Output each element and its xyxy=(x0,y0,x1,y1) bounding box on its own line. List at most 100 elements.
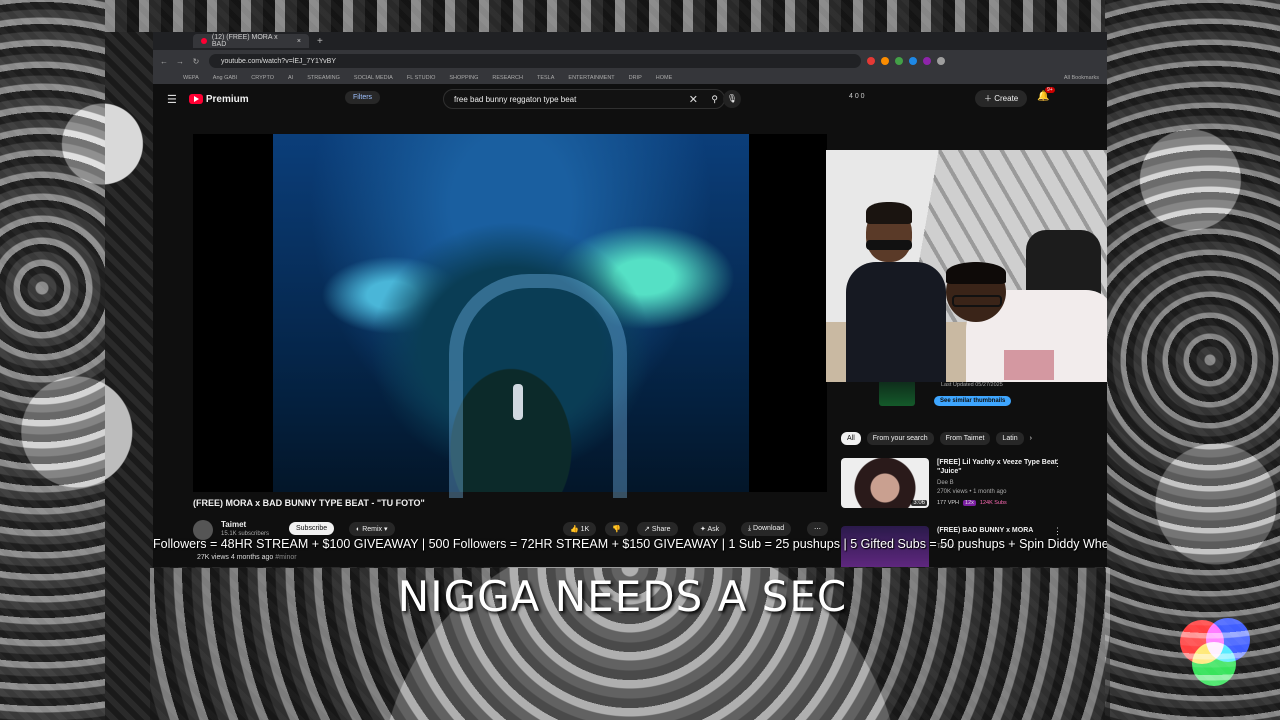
bookmark-item[interactable]: TESLA xyxy=(537,75,554,81)
video-frame[interactable] xyxy=(273,134,749,498)
rgb-circles-logo-icon xyxy=(1176,612,1256,692)
search-input[interactable]: free bad bunny reggaton type beat ✕ ⚲ xyxy=(443,89,725,109)
create-button[interactable]: ＋ Create xyxy=(975,90,1028,107)
chip-from-search[interactable]: From your search xyxy=(866,432,934,445)
upload-age: 4 months ago xyxy=(230,554,274,561)
sunglasses-icon xyxy=(866,240,912,250)
hashtag[interactable]: #minor xyxy=(275,554,296,561)
ask-button[interactable]: ✦ Ask xyxy=(693,522,727,536)
back-icon[interactable]: ← xyxy=(159,57,169,66)
top-ornament xyxy=(105,0,1105,32)
youtube-logo[interactable]: Premium xyxy=(188,93,249,105)
bookmark-item[interactable]: SHOPPING xyxy=(449,75,478,81)
forward-icon[interactable]: → xyxy=(175,57,185,66)
rec-channel[interactable]: Dee B xyxy=(937,480,954,486)
thumbnail-preview xyxy=(879,380,915,406)
download-label: Download xyxy=(753,525,785,532)
bookmark-item[interactable]: RESEARCH xyxy=(492,75,523,81)
extension-icon[interactable] xyxy=(881,57,889,65)
aquarium-tunnel xyxy=(449,274,627,498)
more-actions-icon[interactable]: ⋯ xyxy=(807,522,828,536)
chevron-right-icon[interactable]: › xyxy=(1030,432,1032,445)
stream-goals-ticker: Followers = 48HR STREAM + $100 GIVEAWAY … xyxy=(153,537,1107,551)
close-icon[interactable]: × xyxy=(297,38,301,45)
glasses-icon xyxy=(952,295,1002,307)
share-button[interactable]: ↗ Share xyxy=(637,522,678,536)
rec-title[interactable]: [FREE] Lil Yachty x Veeze Type Beat "Jui… xyxy=(937,458,1057,476)
new-tab-icon[interactable]: + xyxy=(317,36,323,47)
all-bookmarks[interactable]: All Bookmarks xyxy=(1064,75,1099,81)
last-updated: Last Updated 05/27/2025 xyxy=(941,382,1003,388)
browser-tab[interactable]: (12) (FREE) MORA x BAD × xyxy=(193,34,309,48)
view-count: 27K views xyxy=(197,554,229,561)
bookmark-item[interactable]: AI xyxy=(288,75,293,81)
chip-from-channel[interactable]: From Taimet xyxy=(939,432,991,445)
bookmark-item[interactable]: DRIP xyxy=(629,75,642,81)
bookmark-item[interactable]: CRYPTO xyxy=(251,75,274,81)
chip-latin[interactable]: Latin xyxy=(996,432,1024,445)
bookmark-item[interactable]: Ang GABI xyxy=(213,75,237,81)
video-player[interactable] xyxy=(193,134,827,498)
person-silhouette xyxy=(513,384,523,420)
extension-icon[interactable] xyxy=(937,57,945,65)
like-count: 1K xyxy=(580,526,590,533)
shirt-print xyxy=(1004,350,1054,380)
streamer-1-body xyxy=(846,262,946,382)
tab-bar: (12) (FREE) MORA x BAD × + xyxy=(153,32,1107,50)
like-button[interactable]: 👍 1K xyxy=(563,522,597,536)
tab-title: (12) (FREE) MORA x BAD xyxy=(211,34,278,48)
subscribe-button[interactable]: Subscribe xyxy=(289,522,335,535)
extension-icon[interactable] xyxy=(909,57,917,65)
bookmark-item[interactable]: SOCIAL MEDIA xyxy=(354,75,393,81)
list-item[interactable]: 3:06 [FREE] Lil Yachty x Veeze Type Beat… xyxy=(841,458,1107,514)
channel-name[interactable]: Taimet xyxy=(221,520,246,529)
notification-badge: 9+ xyxy=(1045,87,1055,93)
video-description-meta[interactable]: 27K views 4 months ago #minor xyxy=(197,554,297,561)
duration: 3:06 xyxy=(911,500,927,506)
bookmark-item[interactable]: WEPA xyxy=(183,75,199,81)
dislike-button[interactable]: 👎 xyxy=(605,522,628,536)
url-field[interactable]: youtube.com/watch?v=lEJ_7Y1YvBY xyxy=(209,54,861,68)
youtube-favicon-icon xyxy=(201,38,207,44)
hamburger-menu-icon[interactable]: ☰ xyxy=(167,93,177,106)
share-label: Share xyxy=(651,526,671,533)
youtube-play-icon xyxy=(188,94,203,104)
bookmark-item[interactable]: ENTERTAINMENT xyxy=(568,75,614,81)
bookmark-item[interactable]: HOME xyxy=(656,75,673,81)
create-label: Create xyxy=(994,94,1019,103)
rec-thumbnail[interactable]: 3:06 xyxy=(841,458,929,508)
vph: 177 VPH xyxy=(937,500,960,506)
logo-text: Premium xyxy=(205,93,249,105)
header-stats: 4 0 0 xyxy=(849,93,865,100)
ask-label: Ask xyxy=(707,526,720,533)
kebab-menu-icon[interactable]: ⋮ xyxy=(1053,458,1062,469)
rec-stats: 177 VPH 12x 124K Subs xyxy=(937,500,1007,506)
address-bar-row: ← → ↻ youtube.com/watch?v=lEJ_7Y1YvBY xyxy=(153,50,1107,72)
download-button[interactable]: ⤓ Download xyxy=(741,522,792,536)
subs: 124K Subs xyxy=(979,500,1007,506)
multiplier: 12x xyxy=(963,500,976,506)
filters-button[interactable]: Filters xyxy=(345,91,381,104)
bookmark-item[interactable]: STREAMING xyxy=(307,75,340,81)
video-title: (FREE) MORA x BAD BUNNY TYPE BEAT - "TU … xyxy=(193,498,425,508)
extension-icon[interactable] xyxy=(895,57,903,65)
mic-icon[interactable]: 🎙 xyxy=(723,90,741,108)
search-text: free bad bunny reggaton type beat xyxy=(454,94,577,104)
extension-icon[interactable] xyxy=(867,57,875,65)
filter-chips: All From your search From Taimet Latin › xyxy=(841,432,1032,445)
streamer-2-hair xyxy=(946,262,1006,284)
bookmarks-bar: WEPA Ang GABI CRYPTO AI STREAMING SOCIAL… xyxy=(153,72,1107,84)
chip-all[interactable]: All xyxy=(841,432,861,445)
clear-search-icon[interactable]: ✕ xyxy=(689,93,698,106)
reload-icon[interactable]: ↻ xyxy=(191,57,201,66)
bookmark-item[interactable]: FL STUDIO xyxy=(407,75,436,81)
search-icon[interactable]: ⚲ xyxy=(711,94,718,105)
streamer-1-hair xyxy=(866,202,912,224)
similar-thumbnails-button[interactable]: See similar thumbnails xyxy=(934,396,1012,406)
url-text: youtube.com/watch?v=lEJ_7Y1YvBY xyxy=(221,57,336,65)
stream-caption: NIGGA NEEDS A SEC xyxy=(397,572,848,621)
remix-button[interactable]: ◐ Remix ▾ xyxy=(349,522,395,536)
extension-icon[interactable] xyxy=(923,57,931,65)
green-circle xyxy=(1192,642,1236,686)
rec-title[interactable]: (FREE) BAD BUNNY x MORA xyxy=(937,526,1057,535)
